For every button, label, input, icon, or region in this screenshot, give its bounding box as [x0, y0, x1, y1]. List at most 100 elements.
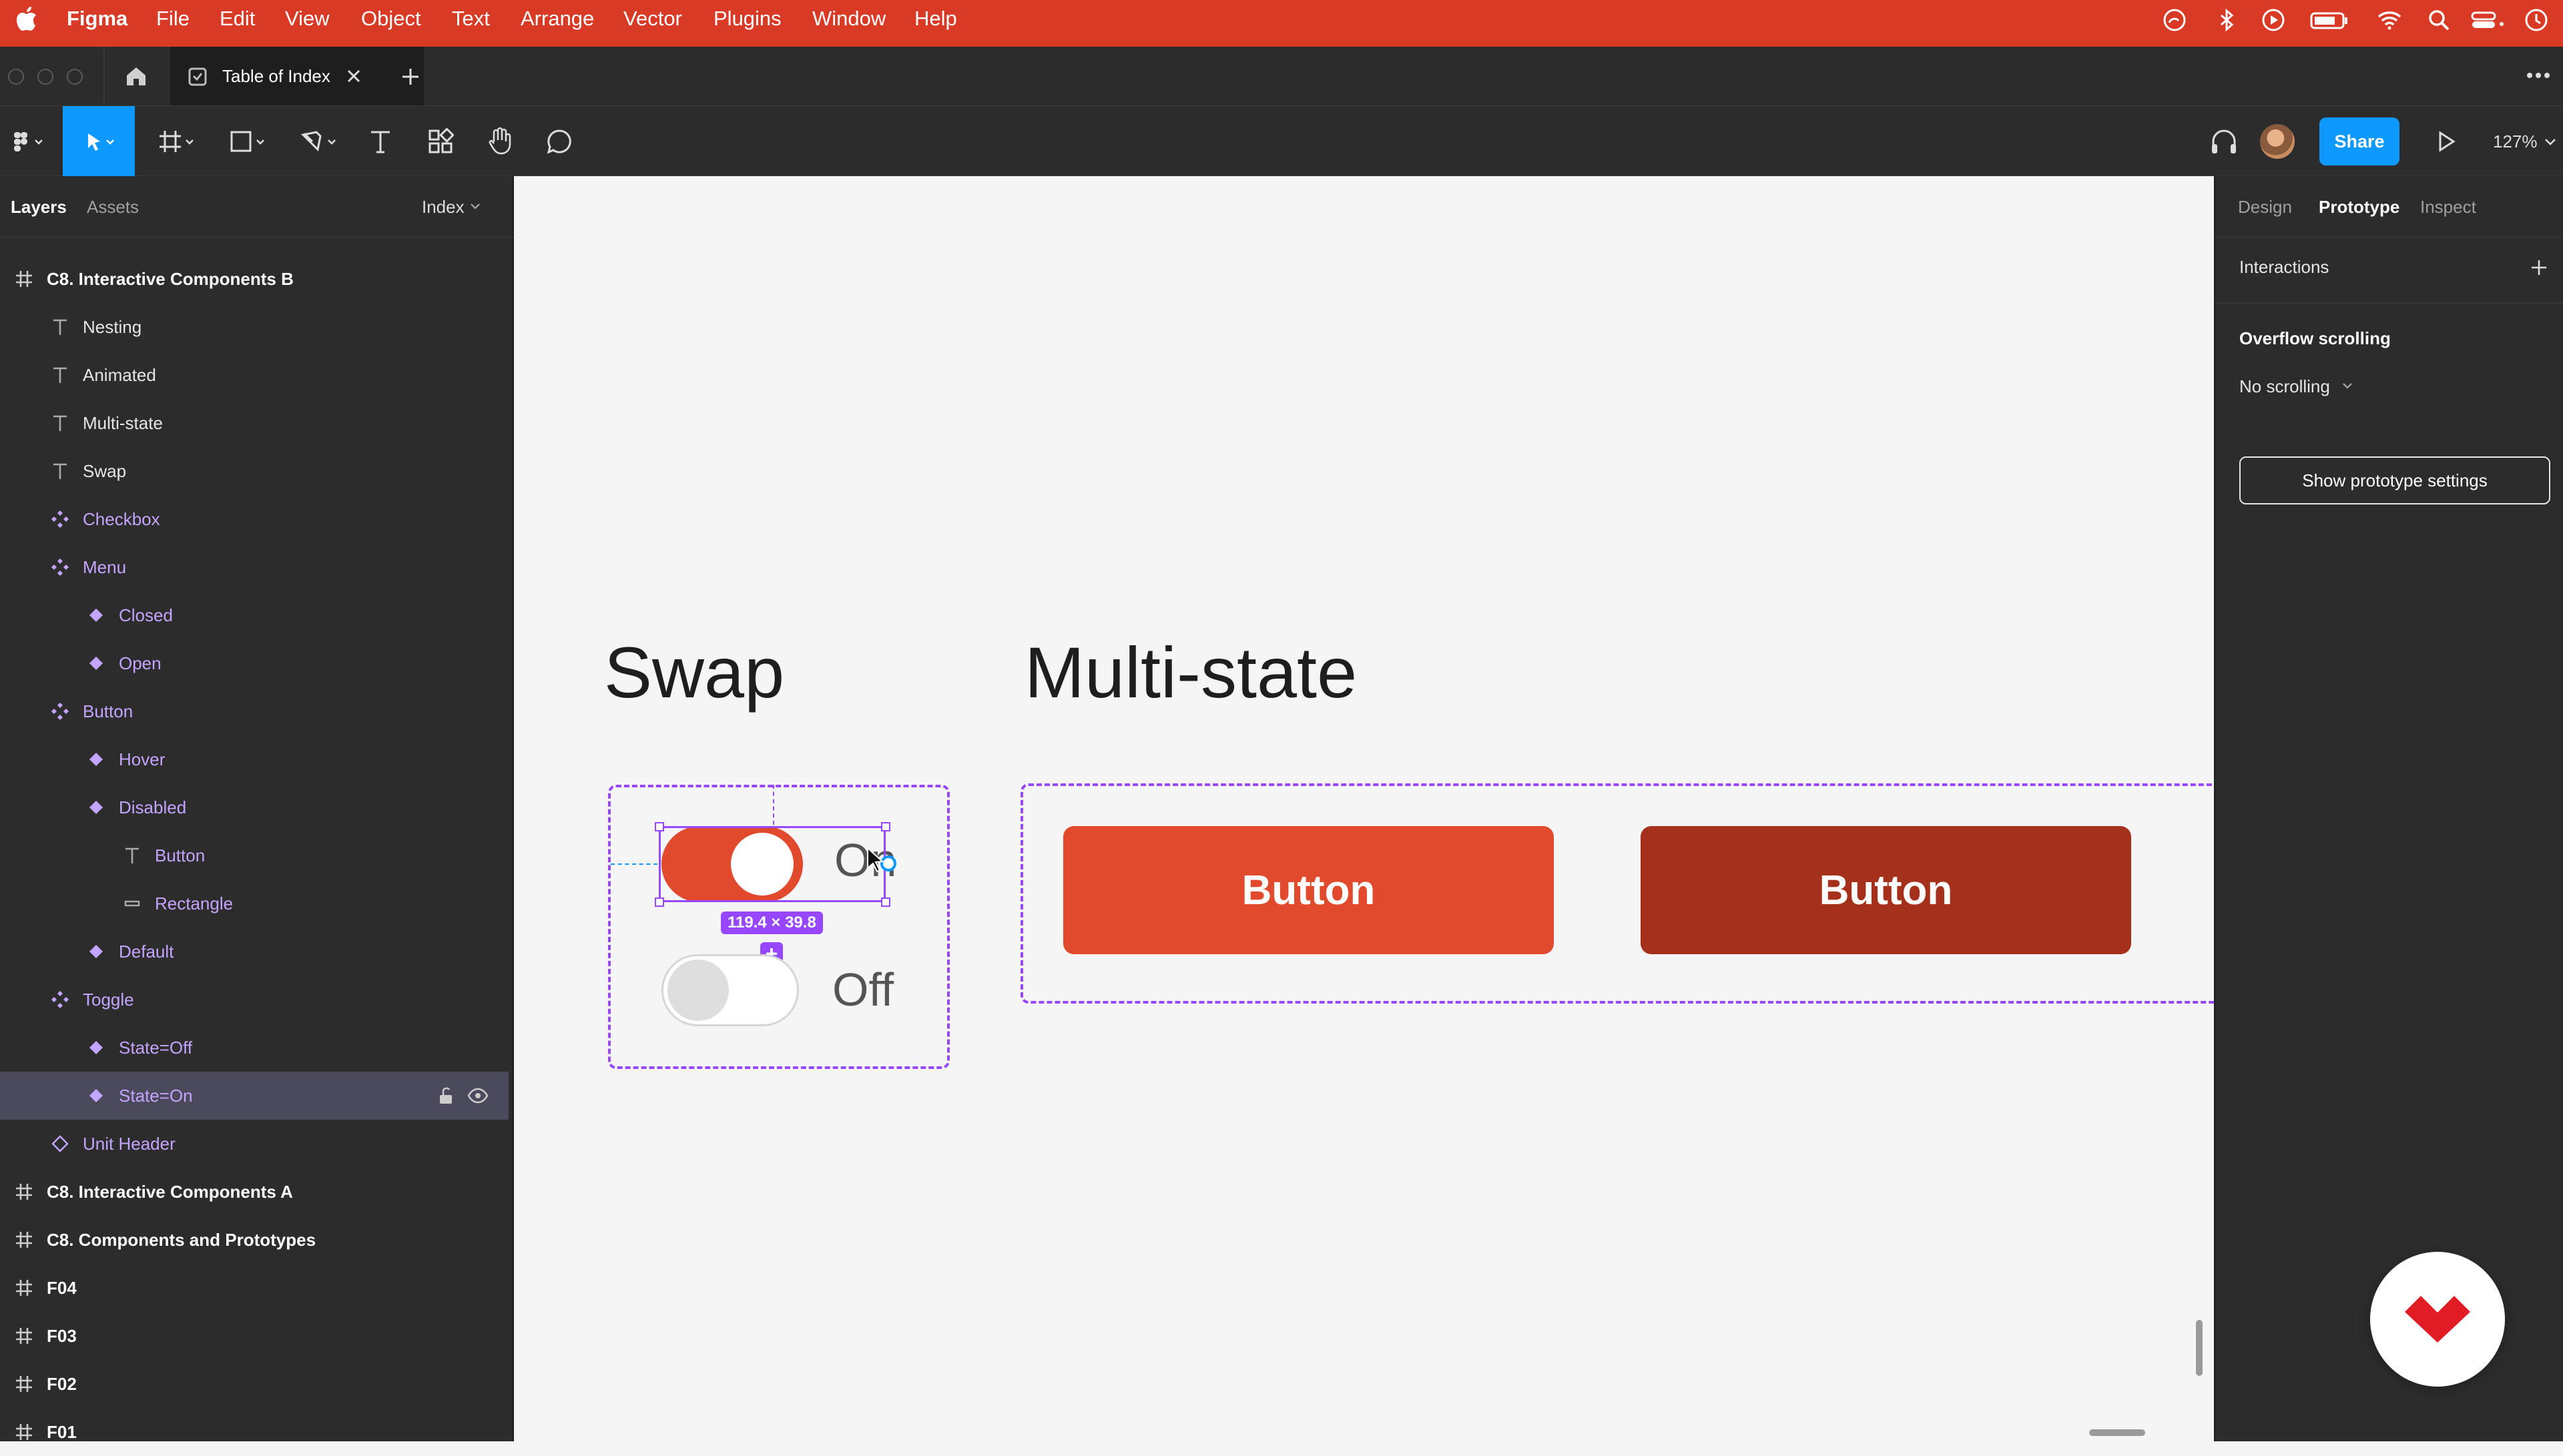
tab-table-of-index[interactable]: Table of Index: [170, 47, 424, 105]
audio-headphones-icon[interactable]: [2209, 128, 2239, 155]
tab-design[interactable]: Design: [2238, 176, 2292, 238]
page-select-chevron-icon[interactable]: [470, 203, 481, 211]
main-menu-button[interactable]: [0, 106, 57, 177]
zoom-chevron-down-icon[interactable]: [2544, 138, 2556, 146]
resources-button[interactable]: [422, 106, 459, 177]
unlock-icon[interactable]: [438, 1086, 454, 1105]
menu-arrange[interactable]: Arrange: [521, 0, 594, 47]
layer-text-multi-state[interactable]: Multi-state: [0, 399, 509, 447]
layer-frame-c8-interactive-components-a[interactable]: C8. Interactive Components A: [0, 1168, 509, 1216]
bluetooth-icon[interactable]: [2213, 7, 2240, 33]
menu-file[interactable]: File: [156, 0, 190, 47]
battery-icon[interactable]: [2309, 7, 2349, 33]
page-select[interactable]: Index: [422, 176, 465, 238]
apple-icon[interactable]: [16, 7, 37, 32]
layer-frame-f02[interactable]: F02: [0, 1360, 509, 1408]
menu-edit[interactable]: Edit: [220, 0, 255, 47]
overflow-scrolling-select[interactable]: No scrolling: [2239, 376, 2330, 397]
layer-text-animated[interactable]: Animated: [0, 351, 509, 399]
window-zoom-dot[interactable]: [67, 69, 83, 85]
tab-prototype[interactable]: Prototype: [2319, 176, 2399, 238]
layer-component-set-checkbox[interactable]: Checkbox: [0, 495, 509, 543]
design-canvas[interactable]: Swap Multi-state On 119.4 × 39.8 + Off B…: [517, 176, 2214, 1441]
layer-frame-f01[interactable]: F01: [0, 1408, 509, 1442]
layer-component-set-button[interactable]: Button: [0, 687, 509, 735]
home-icon[interactable]: [124, 64, 148, 88]
window-close-dot[interactable]: [8, 69, 24, 85]
swap-title[interactable]: Swap: [604, 637, 784, 709]
layer-frame-f03[interactable]: F03: [0, 1312, 509, 1360]
layer-rectangle[interactable]: Rectangle: [0, 879, 509, 928]
button-default-variant[interactable]: Button: [1063, 826, 1554, 954]
tab-assets[interactable]: Assets: [87, 176, 139, 238]
frame-tool-button[interactable]: [147, 106, 207, 177]
selection-box[interactable]: [659, 826, 886, 902]
add-interaction-icon[interactable]: [2530, 259, 2548, 276]
layer-frame-c8-components-and-prototypes[interactable]: C8. Components and Prototypes: [0, 1216, 509, 1264]
share-button[interactable]: Share: [2319, 117, 2399, 165]
layer-component-default[interactable]: Default: [0, 928, 509, 976]
layer-component-set-menu[interactable]: Menu: [0, 543, 509, 591]
resize-handle-top-left[interactable]: [655, 822, 664, 831]
multistate-title[interactable]: Multi-state: [1025, 637, 1357, 709]
menu-plugins[interactable]: Plugins: [714, 0, 782, 47]
layer-component-state-on[interactable]: State=On: [0, 1072, 509, 1120]
layer-frame-c8-interactive-components-b[interactable]: C8. Interactive Components B: [0, 255, 509, 303]
menu-figma[interactable]: Figma: [67, 0, 127, 47]
overflow-chevron-down-icon[interactable]: [2342, 382, 2353, 390]
present-play-icon[interactable]: [2435, 130, 2458, 153]
layer-component-open[interactable]: Open: [0, 639, 509, 687]
resize-handle-bottom-left[interactable]: [655, 897, 664, 907]
layer-instance-unit-header[interactable]: Unit Header: [0, 1120, 509, 1168]
spotlight-search-icon[interactable]: [2426, 7, 2452, 33]
window-minimize-dot[interactable]: [37, 69, 53, 85]
tab-inspect[interactable]: Inspect: [2420, 176, 2476, 238]
layer-component-state-off[interactable]: State=Off: [0, 1024, 509, 1072]
layer-component-set-toggle[interactable]: Toggle: [0, 976, 509, 1024]
layer-component-disabled[interactable]: Disabled: [0, 783, 509, 831]
play-circle-icon[interactable]: [2260, 7, 2287, 33]
menu-help[interactable]: Help: [914, 0, 957, 47]
wifi-icon[interactable]: [2376, 7, 2403, 33]
new-tab-icon[interactable]: [400, 67, 420, 87]
hand-tool-button[interactable]: [482, 106, 519, 177]
layer-text-nesting[interactable]: Nesting: [0, 303, 509, 351]
tab-layers[interactable]: Layers: [11, 176, 67, 238]
vertical-scrollbar[interactable]: [2196, 1320, 2203, 1376]
text-tool-button[interactable]: [364, 106, 397, 177]
creative-cloud-icon[interactable]: [2161, 7, 2188, 33]
layer-text-button[interactable]: Button: [0, 831, 509, 879]
horizontal-scrollbar[interactable]: [2089, 1429, 2145, 1436]
layer-label: Closed: [119, 605, 173, 625]
more-icon[interactable]: [2526, 71, 2550, 80]
layer-frame-f04[interactable]: F04: [0, 1264, 509, 1312]
resize-handle-top-right[interactable]: [881, 822, 890, 831]
toggle-off-track[interactable]: [661, 954, 799, 1026]
resize-handle-bottom-right[interactable]: [881, 897, 890, 907]
layer-component-closed[interactable]: Closed: [0, 591, 509, 639]
menu-object[interactable]: Object: [361, 0, 421, 47]
clock-icon[interactable]: [2523, 7, 2550, 33]
move-tool-button[interactable]: [63, 106, 135, 177]
menu-text[interactable]: Text: [452, 0, 490, 47]
menu-view[interactable]: View: [285, 0, 330, 47]
zoom-level[interactable]: 127%: [2493, 106, 2538, 177]
layers-panel: Layers Assets Index C8. Interactive Comp…: [0, 176, 514, 1442]
comment-tool-button[interactable]: [541, 106, 578, 177]
menu-vector[interactable]: Vector: [623, 0, 682, 47]
button-pressed-variant[interactable]: Button: [1641, 826, 2131, 954]
control-center-icon[interactable]: [2470, 7, 2507, 33]
layer-label: State=Off: [119, 1038, 193, 1058]
visibility-eye-icon[interactable]: [467, 1088, 489, 1104]
show-prototype-settings-button[interactable]: Show prototype settings: [2239, 456, 2550, 504]
layer-label: Default: [119, 942, 174, 962]
layer-text-swap[interactable]: Swap: [0, 447, 509, 495]
user-avatar[interactable]: [2260, 124, 2295, 159]
shape-tool-button[interactable]: [219, 106, 279, 177]
layer-component-hover[interactable]: Hover: [0, 735, 509, 783]
layer-label: Multi-state: [83, 413, 163, 433]
pen-tool-button[interactable]: [290, 106, 350, 177]
menu-window[interactable]: Window: [812, 0, 886, 47]
close-tab-icon[interactable]: [346, 69, 361, 83]
component-icon: [84, 603, 108, 627]
